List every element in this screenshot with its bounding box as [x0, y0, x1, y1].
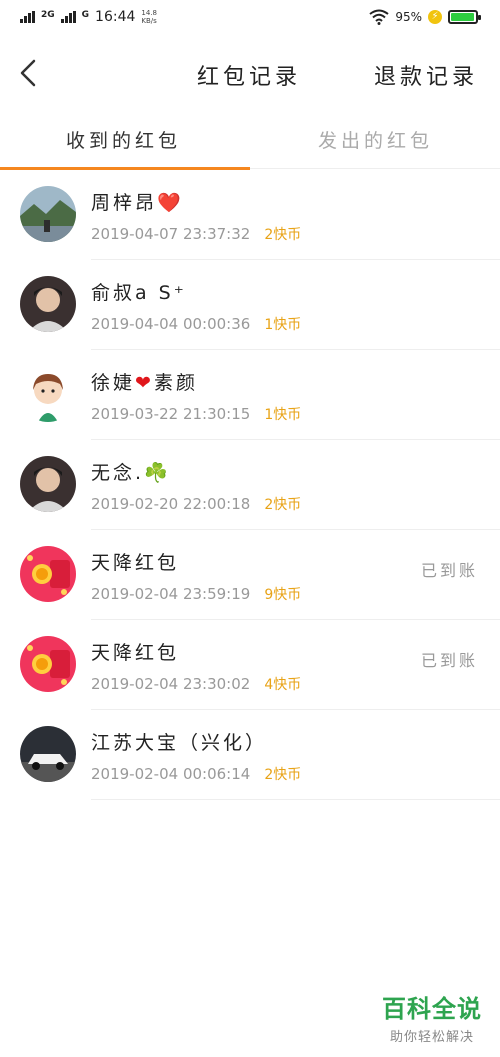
record-datetime: 2019-02-04 00:06:14	[91, 765, 251, 783]
record-amount: 2快币	[264, 497, 302, 513]
person-photo-avatar[interactable]	[20, 276, 76, 332]
landscape-photo-avatar[interactable]	[20, 186, 76, 242]
record-datetime: 2019-02-04 23:59:19	[91, 585, 251, 603]
records-list: 周梓昂❤️ 2019-04-07 23:37:32 2快币 俞叔a S⁺ 2019-04…	[0, 170, 500, 800]
record-datetime: 2019-02-04 23:30:02	[91, 675, 251, 693]
sender-name-text: 徐婕	[91, 372, 136, 394]
record-amount: 1快币	[264, 407, 302, 423]
wifi-icon	[369, 9, 389, 25]
record-sender-name: 江苏大宝（兴化）	[91, 728, 267, 755]
record-datetime: 2019-02-20 22:00:18	[91, 495, 251, 513]
battery-icon	[448, 10, 481, 24]
record-sender-name: 天降红包	[91, 638, 179, 665]
speed-value: 14.8	[141, 9, 157, 17]
nav-bar: 红包记录 退款记录	[0, 45, 500, 105]
status-time: 16:44	[95, 9, 136, 25]
record-status: 已到账	[420, 651, 478, 670]
record-sender-name: 俞叔a S⁺	[91, 278, 187, 305]
record-datetime: 2019-04-04 00:00:36	[91, 315, 251, 333]
status-right: 95% ⚡	[369, 9, 481, 25]
record-meta: 2019-02-04 23:59:19 9快币	[91, 584, 301, 604]
tab-received[interactable]: 收到的红包	[66, 126, 181, 153]
record-status: 已到账	[420, 561, 478, 580]
charging-icon: ⚡	[428, 10, 442, 24]
sender-name-suffix: 素颜	[153, 372, 198, 394]
row-divider	[91, 799, 500, 800]
record-row[interactable]: 徐婕❤素颜 2019-03-22 21:30:15 1快币	[0, 350, 500, 440]
refund-records-link[interactable]: 退款记录	[374, 59, 478, 91]
sender-name-text: 天降红包	[91, 552, 180, 574]
car-photo-avatar[interactable]	[20, 726, 76, 782]
status-left: 2G G 16:44 14.8 KB/s	[20, 9, 157, 25]
signal-icon	[20, 11, 35, 23]
record-meta: 2019-04-07 23:37:32 2快币	[91, 224, 301, 244]
record-meta: 2019-03-22 21:30:15 1快币	[91, 404, 301, 424]
record-row[interactable]: 天降红包 2019-02-04 23:59:19 9快币 已到账	[0, 530, 500, 620]
record-amount: 4快币	[264, 677, 302, 693]
record-amount: 9快币	[264, 587, 302, 603]
record-row[interactable]: 俞叔a S⁺ 2019-04-04 00:00:36 1快币	[0, 260, 500, 350]
record-sender-name: 周梓昂❤️	[91, 188, 184, 215]
red-packet-avatar[interactable]	[20, 546, 76, 602]
sender-name-text: 无念.	[91, 462, 145, 484]
tab-bar: 收到的红包 发出的红包	[0, 118, 500, 170]
record-datetime: 2019-03-22 21:30:15	[91, 405, 251, 423]
record-sender-name: 天降红包	[91, 548, 179, 575]
record-row[interactable]: 无念.☘️ 2019-02-20 22:00:18 2快币	[0, 440, 500, 530]
status-bar: 2G G 16:44 14.8 KB/s 95% ⚡	[0, 0, 500, 40]
tab-sent[interactable]: 发出的红包	[318, 126, 433, 153]
record-row[interactable]: 江苏大宝（兴化） 2019-02-04 00:06:14 2快币	[0, 710, 500, 800]
record-meta: 2019-02-20 22:00:18 2快币	[91, 494, 301, 514]
battery-percent: 95%	[395, 10, 422, 24]
record-sender-name: 徐婕❤素颜	[91, 368, 198, 395]
record-meta: 2019-02-04 00:06:14 2快币	[91, 764, 301, 784]
page-title: 红包记录	[197, 65, 302, 90]
record-row[interactable]: 天降红包 2019-02-04 23:30:02 4快币 已到账	[0, 620, 500, 710]
network-label-2: G	[81, 10, 90, 20]
signal-icon-2	[60, 11, 76, 23]
name-emoji: ❤️	[157, 192, 184, 214]
name-emoji: ❤	[135, 372, 154, 394]
person-photo-avatar[interactable]	[20, 456, 76, 512]
sender-name-text: 周梓昂	[91, 192, 158, 214]
sender-name-text: 俞叔a S⁺	[91, 282, 187, 304]
watermark-logo: 百科全说 助你轻松解决	[382, 989, 482, 1045]
cartoon-girl-avatar[interactable]	[20, 366, 76, 422]
speed-unit: KB/s	[141, 17, 157, 25]
record-datetime: 2019-04-07 23:37:32	[91, 225, 251, 243]
network-label-1: 2G	[41, 10, 55, 20]
battery-fill	[451, 13, 474, 21]
record-meta: 2019-04-04 00:00:36 1快币	[91, 314, 301, 334]
record-amount: 1快币	[264, 317, 302, 333]
record-amount: 2快币	[264, 767, 302, 783]
sender-name-text: 天降红包	[91, 642, 180, 664]
record-meta: 2019-02-04 23:30:02 4快币	[91, 674, 301, 694]
watermark-subtitle: 助你轻松解决	[389, 1030, 474, 1045]
record-amount: 2快币	[264, 227, 302, 243]
red-packet-avatar[interactable]	[20, 636, 76, 692]
record-row[interactable]: 周梓昂❤️ 2019-04-07 23:37:32 2快币	[0, 170, 500, 260]
back-arrow-icon[interactable]	[14, 53, 42, 93]
sender-name-text: 江苏大宝（兴化）	[91, 732, 268, 754]
network-speed: 14.8 KB/s	[141, 9, 157, 25]
name-emoji: ☘️	[144, 462, 171, 484]
watermark-title: 百科全说	[382, 995, 482, 1023]
record-sender-name: 无念.☘️	[91, 458, 171, 485]
